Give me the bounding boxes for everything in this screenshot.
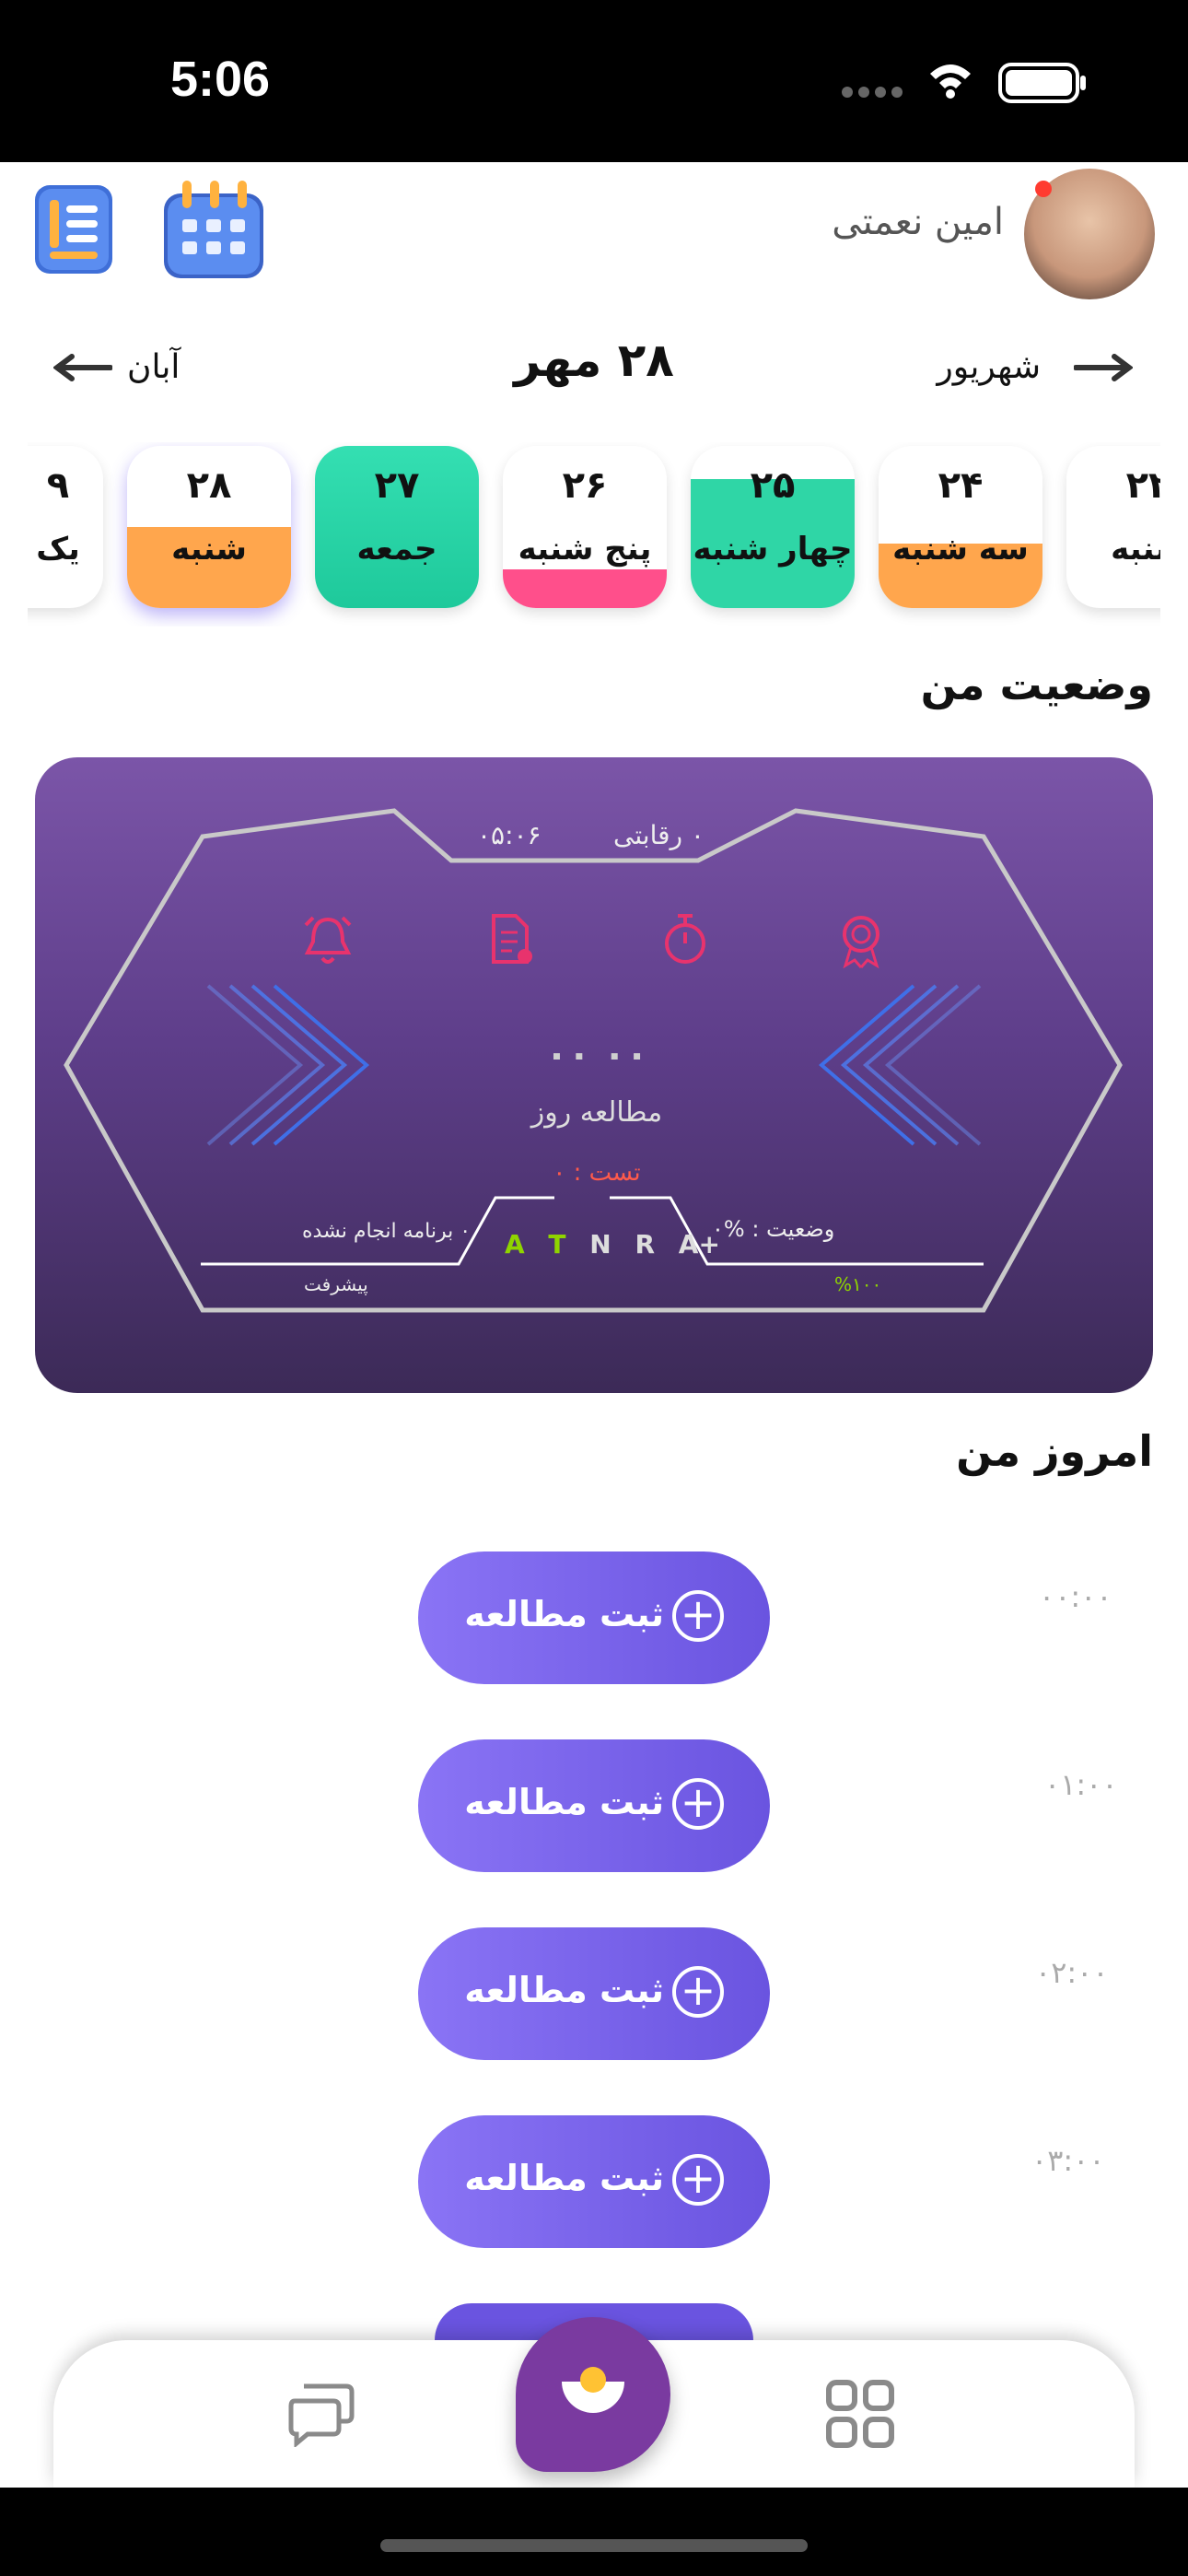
day-study-label: مطالعه روز [530,1096,663,1129]
add-study-label: ثبت مطالعه [464,1970,664,2010]
day-strip[interactable]: ۲۲ شنبه ۲۴ سه شنبه ۲۵ چهار شنبه ۲۶ پنج ش… [28,442,1160,626]
day-number: ۲۲ [1125,464,1160,507]
day-card[interactable]: ۲۵ چهار شنبه [691,446,855,608]
day-card[interactable]: ۲۴ سه شنبه [879,446,1042,608]
home-button[interactable] [516,2317,670,2472]
add-study-button[interactable]: ثبت مطالعه + [418,1551,770,1684]
bottom-bar [0,2488,1188,2576]
day-name: جمعه [356,531,437,568]
plus-icon: + [672,2154,724,2206]
add-study-label: ثبت مطالعه [464,1782,664,1822]
notification-dot [1035,181,1052,197]
progress-label: پیشرفت [304,1273,368,1295]
day-name: پنج شنبه [518,531,652,568]
progress-value: %۱۰۰ [834,1273,882,1295]
plus-icon: + [672,1966,724,2018]
day-number: ۲۴ [938,464,984,507]
day-name: شنبه [1111,531,1160,568]
chat-icon[interactable] [287,2381,357,2447]
grade-a: A [505,1229,525,1259]
next-month-label: آبان [127,348,181,386]
user-name: امین نعمتی [832,201,1004,243]
add-study-button[interactable]: ثبت مطالعه + [418,2115,770,2248]
prev-month-label: شهریور [937,348,1041,386]
status-section-title: وضعیت من [920,660,1153,709]
day-number: ۹ [46,464,70,507]
plus-icon: + [672,1778,724,1830]
day-card[interactable]: ۲۶ پنج شنبه [503,446,667,608]
grid-icon[interactable] [825,2379,895,2449]
day-card[interactable]: ۲۲ شنبه [1066,446,1160,608]
status-dashboard[interactable]: ۰ رقابتی ۰۵:۰۶ ۰۰ ۰۰ مطالعه روز تست : ۰ … [35,757,1153,1393]
slot-time: ۰۱:۰۰ [1044,1767,1118,1802]
add-study-label: ثبت مطالعه [464,1594,664,1634]
competitive-count: ۰ رقابتی [613,820,705,850]
bell-icon [304,916,352,964]
status-time: 5:06 [170,52,271,107]
day-number: ۲۸ [186,464,232,507]
day-card[interactable]: ۲۷ جمعه [315,446,479,608]
arrow-left-icon [53,354,112,381]
slot-time: ۰۲:۰۰ [1035,1955,1109,1990]
day-name: شنبه [171,531,247,568]
day-name: سه شنبه [892,531,1029,568]
home-indicator[interactable] [380,2539,808,2552]
month-title: ۲۸ مهر [514,334,674,387]
add-study-button[interactable]: ثبت مطالعه + [418,1739,770,1872]
arrow-right-icon [1074,354,1133,381]
day-number: ۲۷ [374,464,420,507]
day-card-selected[interactable]: ۲۸ شنبه [127,446,291,608]
not-done-count: ۰ برنامه انجام نشده [302,1220,472,1243]
home-icon [562,2367,624,2413]
grade-n: N [589,1229,611,1259]
slot-time: ۰۳:۰۰ [1031,2143,1105,2178]
status-icons [842,63,1086,103]
next-month-button[interactable]: آبان [46,341,249,396]
grade-r: R [635,1229,656,1259]
stopwatch-icon [665,914,705,964]
slot-time: ۰۰:۰۰ [1039,1579,1112,1614]
day-number: ۲۶ [562,464,608,507]
document-icon [492,914,532,964]
prev-month-button[interactable]: شهریور [921,341,1142,396]
grade-a-plus: A+ [678,1229,720,1259]
test-count: تست : ۰ [553,1159,641,1187]
medal-icon [843,916,879,969]
status-percent: وضعیت : %۰ [712,1216,835,1242]
day-card[interactable]: ۹ یک [28,446,103,608]
calendar-icon[interactable] [157,173,267,284]
dashboard-clock: ۰۵:۰۶ [477,820,542,850]
day-name: چهار شنبه [693,531,853,568]
day-number: ۲۵ [750,464,796,507]
report-icon[interactable] [26,180,136,290]
study-timer: ۰۰ ۰۰ [545,1034,648,1076]
add-study-button[interactable]: ثبت مطالعه + [418,1927,770,2060]
day-band [503,569,667,608]
grade-row: A T N R A+ [505,1229,720,1259]
day-name: یک [36,531,80,568]
grade-t: T [548,1229,566,1259]
plus-icon: + [672,1590,724,1642]
add-study-label: ثبت مطالعه [464,2158,664,2198]
today-section-title: امروز من [956,1426,1153,1476]
